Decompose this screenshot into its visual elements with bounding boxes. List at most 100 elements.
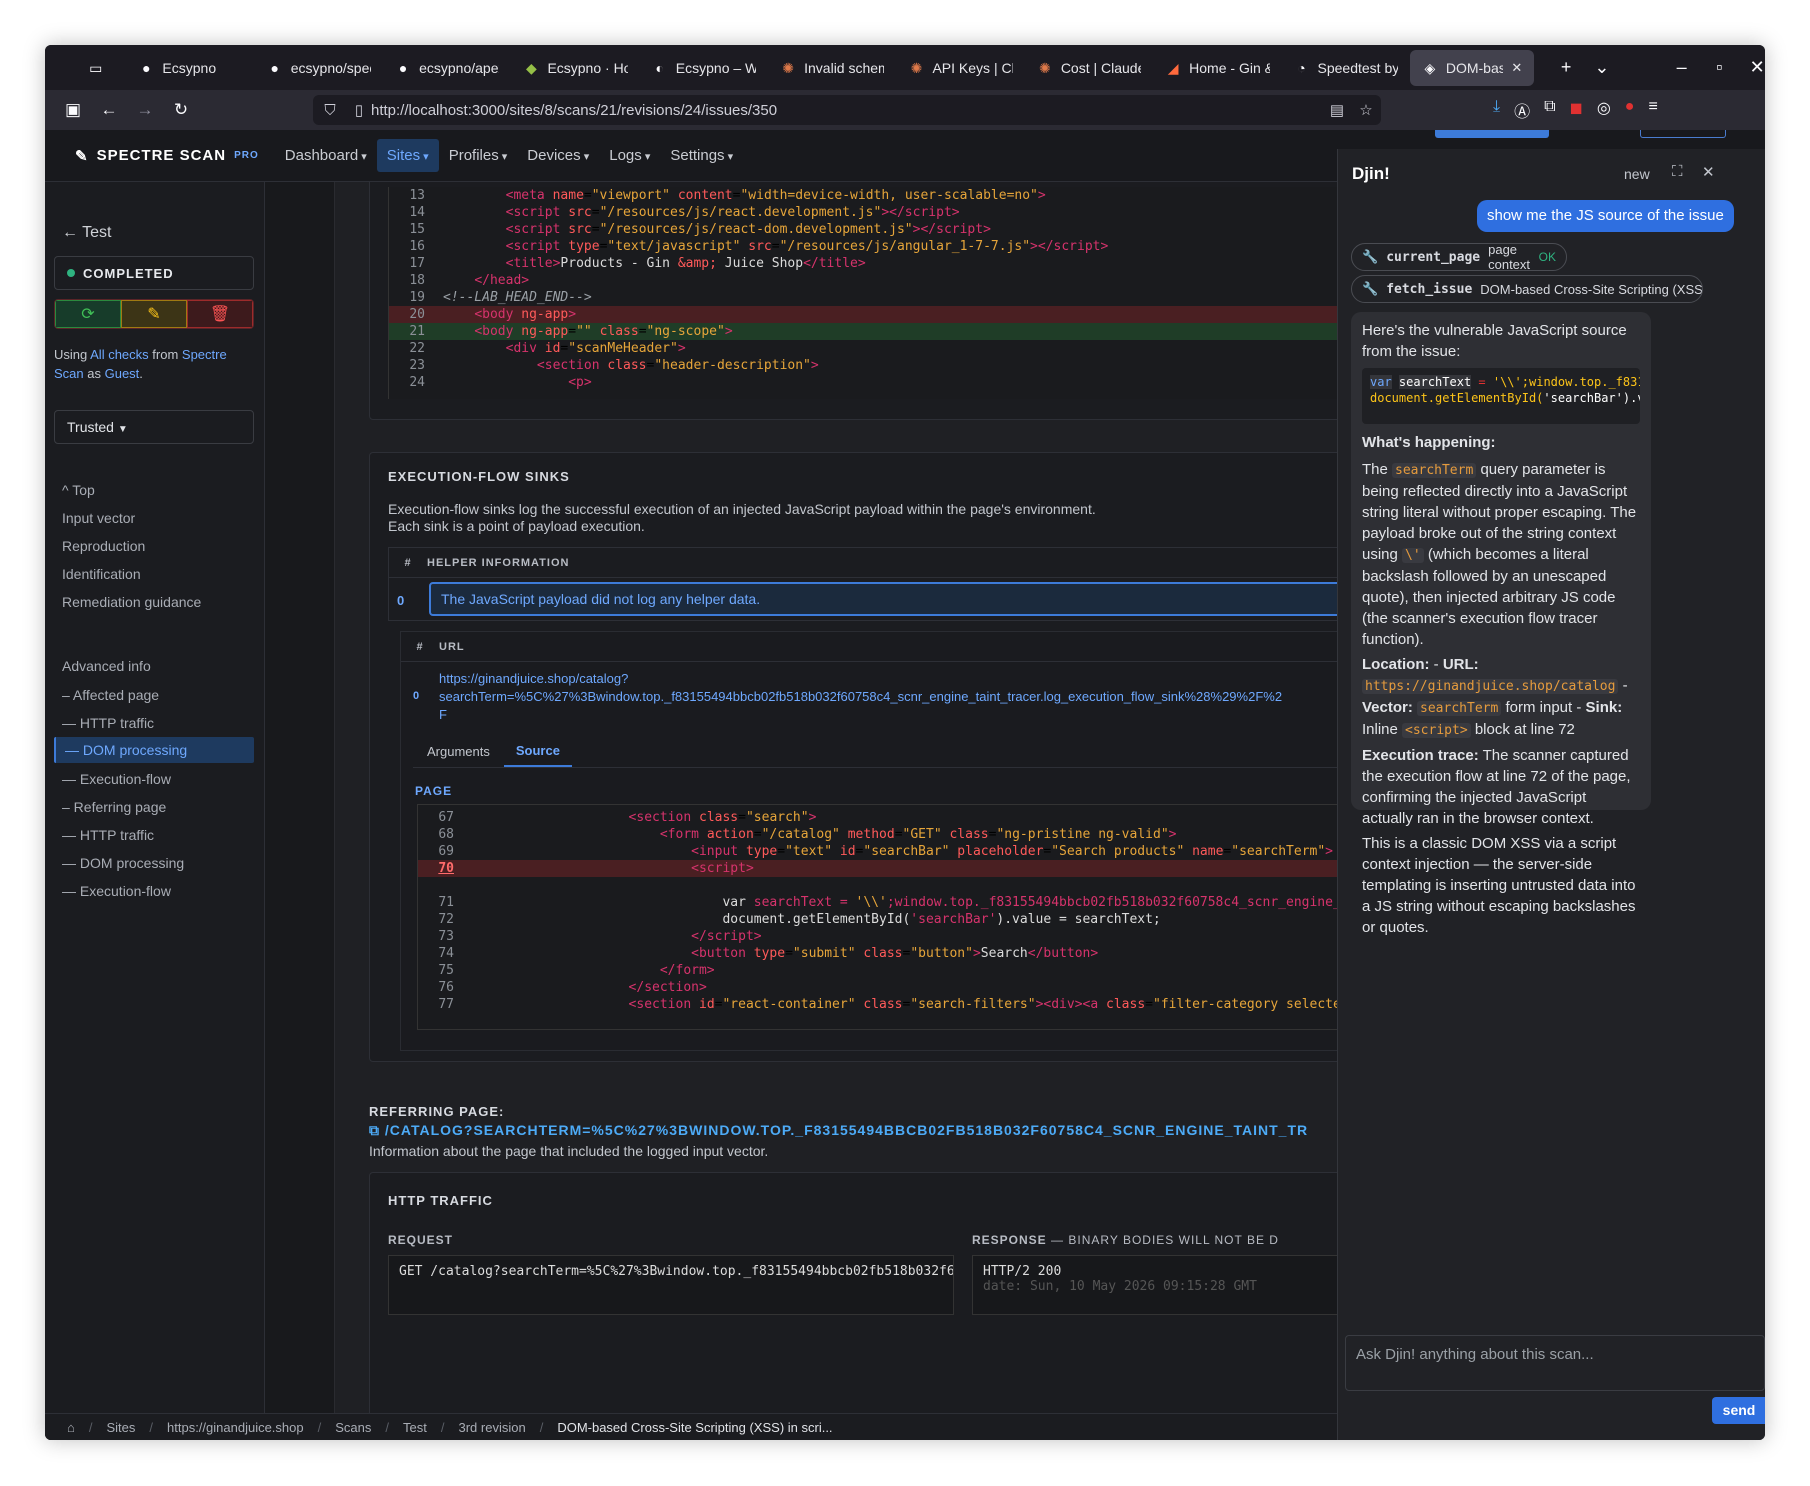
rescan-button[interactable]: ⟳ (55, 300, 121, 328)
advanced-nav-item[interactable]: — DOM processing (54, 737, 254, 763)
sidebar-toggle-icon[interactable]: ▣ (55, 100, 91, 120)
advanced-nav-item[interactable]: – Affected page (62, 687, 159, 703)
tab-7[interactable]: ✺ API Keys | Cla (896, 50, 1024, 86)
tab-arguments[interactable]: Arguments (413, 744, 504, 767)
edit-button[interactable]: ✎ (121, 300, 187, 328)
header-outline-button[interactable] (1640, 130, 1726, 138)
advanced-nav-item[interactable]: — HTTP traffic (62, 715, 154, 731)
claude-icon: ✺ (910, 59, 923, 76)
back-link[interactable]: ← Test (62, 224, 112, 242)
toc-item[interactable]: ^ Top (62, 482, 95, 498)
minimize-icon[interactable]: – (1674, 57, 1690, 78)
advanced-nav-item[interactable]: — HTTP traffic (62, 827, 154, 843)
home-icon[interactable]: ⌂ (67, 1420, 75, 1435)
tab-2[interactable]: ● ecsypno/spec (255, 50, 383, 86)
loc-sink-label: Sink: (1585, 699, 1623, 716)
toc-item[interactable]: Remediation guidance (62, 594, 201, 610)
toc-item[interactable]: Reproduction (62, 538, 145, 554)
referring-page-link[interactable]: ⧉ /CATALOG?SEARCHTERM=%5C%27%3BWINDOW.TO… (369, 1122, 1385, 1139)
ublock-icon[interactable]: ● (1625, 98, 1635, 122)
download-icon[interactable]: ⤓ (1493, 98, 1500, 122)
tab-11[interactable]: ◈ DOM-based ✕ (1409, 49, 1535, 86)
url-bar[interactable]: ⛉ ▯ http://localhost:3000/sites/8/scans/… (313, 95, 1381, 125)
line-number: 17 (409, 256, 425, 271)
line-number: 19 (409, 290, 425, 305)
tab-10[interactable]: ◔ Speedtest by (1282, 50, 1410, 86)
tool-call-fetch-issue[interactable]: 🔧 fetch_issue DOM-based Cross-Site Scripti… (1351, 275, 1703, 303)
toc-label: Identification (62, 566, 141, 582)
main-content: 13 <meta name="viewport" content="width=… (335, 182, 1385, 1440)
back-icon[interactable]: ← (91, 100, 127, 120)
loc-script: <script> (1402, 723, 1471, 738)
tab-6[interactable]: ✺ Invalid schem (768, 50, 896, 86)
code-text: <div id="scanMeHeader"> (505, 341, 686, 356)
caret-down-icon: ▾ (641, 151, 651, 163)
sink-url-link[interactable]: https://ginandjuice.shop/catalog? search… (439, 670, 1282, 724)
tab-0[interactable]: ▭ (65, 50, 126, 86)
toc-label: Reproduction (62, 538, 146, 554)
breadcrumb-item[interactable]: 3rd revision (458, 1420, 525, 1435)
chat-input[interactable]: Ask Djin! anything about this scan... (1345, 1335, 1765, 1391)
forward-icon[interactable]: → (127, 100, 163, 120)
tab-source[interactable]: Source (503, 743, 572, 767)
vpn-icon[interactable]: ◎ (1597, 98, 1611, 122)
notification-icon[interactable]: ◼ (1570, 98, 1583, 122)
advanced-nav-item[interactable]: — DOM processing (62, 855, 184, 871)
close-icon[interactable]: ✕ (1702, 163, 1715, 181)
close-window-icon[interactable]: ✕ (1749, 57, 1765, 78)
tab-4[interactable]: ◆ Ecsypno · Hon (511, 50, 639, 86)
ginandjuice-icon: ◢ (1167, 59, 1179, 76)
checks-link[interactable]: All checks (90, 347, 149, 362)
advanced-nav-item[interactable]: — Execution-flow (62, 883, 171, 899)
browser-window: ▭ ● Ecsypno ● ecsypno/spec ● ecsypno/apex ◆ Ecsy… (45, 45, 1765, 1440)
code-text: <script> (691, 861, 754, 876)
tab-3[interactable]: ● ecsypno/apex (383, 50, 511, 86)
menu-dashboard[interactable]: Dashboard ▾ (275, 139, 377, 172)
reload-icon[interactable]: ↻ (163, 100, 199, 120)
menu-profiles[interactable]: Profiles ▾ (439, 139, 518, 172)
menu-logs[interactable]: Logs ▾ (599, 139, 660, 172)
menu-settings[interactable]: Settings ▾ (660, 139, 743, 172)
menu-devices[interactable]: Devices ▾ (517, 139, 599, 172)
close-tab-icon[interactable]: ✕ (1511, 60, 1522, 76)
menu-sites[interactable]: Sites ▾ (376, 139, 439, 172)
expand-icon[interactable]: ⛶ (1672, 163, 1683, 180)
breadcrumb-item[interactable]: Sites (106, 1420, 135, 1435)
toc-label: Input vector (62, 510, 136, 526)
guest-link[interactable]: Guest (105, 366, 140, 381)
brand-logo[interactable]: ✎ SPECTRE SCAN PRO (75, 147, 259, 165)
code-text: <section id="react-container" class="sea… (628, 997, 1341, 1012)
reader-icon[interactable]: ▤ (1323, 101, 1351, 119)
tab-label: Ecsypno (162, 59, 217, 76)
advanced-nav-item[interactable]: – Referring page (62, 799, 166, 815)
tab-list-icon[interactable]: ⌄ (1594, 57, 1610, 78)
breadcrumb-item[interactable]: Scans (335, 1420, 371, 1435)
code-line: 68 <form action="/catalog" method="GET" … (418, 826, 1385, 843)
toc-item[interactable]: Input vector (62, 510, 135, 526)
star-icon[interactable]: ☆ (1351, 101, 1381, 119)
breadcrumb-item[interactable]: Test (403, 1420, 427, 1435)
extensions-icon[interactable]: ⧉ (1544, 98, 1555, 122)
code-eq: = (1471, 375, 1493, 389)
new-chat-button[interactable]: new (1624, 166, 1650, 182)
tab-label: ecsypno/spec (290, 59, 372, 76)
tab-8[interactable]: ✺ Cost | Claude (1025, 50, 1153, 86)
tab-9[interactable]: ◢ Home - Gin & (1153, 50, 1281, 86)
menu-label: Settings (670, 147, 725, 164)
col-num: # (404, 556, 412, 569)
send-button[interactable]: send (1712, 1397, 1765, 1424)
code-text: var searchText = '\\';window.top._f83155… (722, 895, 1341, 910)
menu-icon[interactable]: ≡ (1648, 98, 1657, 122)
advanced-nav-item[interactable]: — Execution-flow (62, 771, 171, 787)
trust-dropdown[interactable]: Trusted ▼ (54, 410, 254, 444)
breadcrumb-item[interactable]: https://ginandjuice.shop (167, 1420, 304, 1435)
delete-button[interactable]: 🗑 (187, 300, 253, 328)
maximize-icon[interactable]: ▫ (1712, 57, 1728, 78)
new-tab-icon[interactable]: + (1558, 57, 1574, 78)
header-action-button[interactable] (1435, 130, 1549, 138)
account-icon[interactable]: Ⓐ (1514, 98, 1530, 122)
tab-5[interactable]: ◐ Ecsypno – We (640, 50, 768, 86)
tab-1[interactable]: ● Ecsypno (126, 50, 254, 86)
tool-call-current-page[interactable]: 🔧 current_page page context OK (1351, 242, 1567, 272)
toc-item[interactable]: Identification (62, 566, 141, 582)
